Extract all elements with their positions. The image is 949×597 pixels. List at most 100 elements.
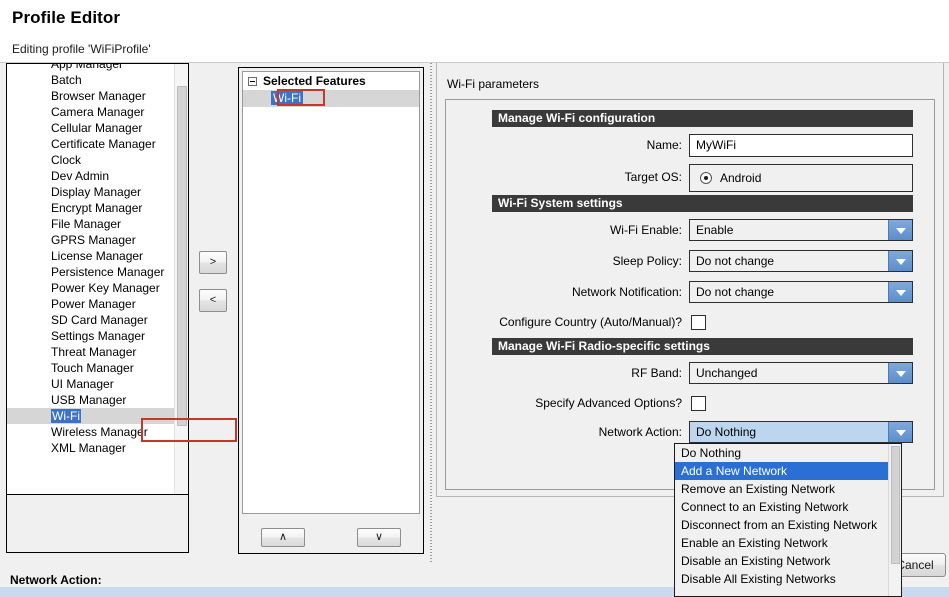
label-configure-country: Configure Country (Auto/Manual)? — [462, 311, 682, 333]
dropdown-scroll-thumb[interactable] — [891, 446, 900, 564]
target-os-value: Android — [720, 171, 761, 185]
network-notification-combo[interactable]: Do not change — [689, 281, 913, 303]
feature-list-item[interactable]: Cellular Manager — [7, 120, 174, 136]
sleep-policy-combo[interactable]: Do not change — [689, 250, 913, 272]
feature-list-item[interactable]: Clock — [7, 152, 174, 168]
dropdown-option[interactable]: Remove an Existing Network — [675, 480, 888, 498]
network-notification-value: Do not change — [696, 285, 774, 299]
wifi-enable-combo[interactable]: Enable — [689, 219, 913, 241]
name-input[interactable]: MyWiFi — [689, 134, 913, 157]
feature-list-item-label: Clock — [51, 153, 81, 167]
feature-list-item[interactable]: Certificate Manager — [7, 136, 174, 152]
tree-node-wifi[interactable]: Wi-Fi — [243, 90, 419, 107]
feature-list-item-label: Dev Admin — [51, 169, 109, 183]
advanced-options-checkbox[interactable] — [691, 396, 706, 411]
feature-list-item[interactable]: XML Manager — [7, 440, 174, 456]
feature-list-item-label: Display Manager — [51, 185, 141, 199]
feature-list-item-label: Power Manager — [51, 297, 136, 311]
window-header: Profile Editor Editing profile 'WiFiProf… — [0, 0, 949, 63]
network-action-dropdown[interactable]: Do NothingAdd a New NetworkRemove an Exi… — [674, 443, 902, 597]
feature-list-item[interactable]: Wireless Manager — [7, 424, 174, 440]
dropdown-scrollbar[interactable] — [888, 444, 901, 596]
rf-band-value: Unchanged — [696, 366, 757, 380]
feature-list-item[interactable]: Dev Admin — [7, 168, 174, 184]
rf-band-combo[interactable]: Unchanged — [689, 362, 913, 384]
feature-list-item[interactable]: Power Key Manager — [7, 280, 174, 296]
feature-list-item[interactable]: SD Card Manager — [7, 312, 174, 328]
feature-list-item-label: Power Key Manager — [51, 281, 160, 295]
section-header-system-settings: Wi-Fi System settings — [492, 195, 913, 212]
feature-list-item[interactable]: Touch Manager — [7, 360, 174, 376]
feature-list-item[interactable]: Power Manager — [7, 296, 174, 312]
chevron-down-icon[interactable] — [888, 422, 912, 442]
selected-features-tree[interactable]: Selected Features Wi-Fi — [242, 71, 420, 514]
chevron-down-icon[interactable] — [888, 251, 912, 271]
feature-list-item[interactable]: Batch — [7, 72, 174, 88]
feature-list-item[interactable]: USB Manager — [7, 392, 174, 408]
dropdown-option[interactable]: Disable All Existing Networks — [675, 570, 888, 588]
sleep-policy-value: Do not change — [696, 254, 774, 268]
feature-list-item-label: Batch — [51, 73, 82, 87]
target-os-radio-group[interactable]: Android — [689, 164, 913, 192]
dropdown-option[interactable]: Add a New Network — [675, 462, 888, 480]
chevron-down-icon[interactable] — [888, 282, 912, 302]
page-title: Profile Editor — [12, 8, 120, 28]
collapse-toggle-icon[interactable] — [248, 77, 257, 86]
parameters-title: Wi-Fi parameters — [447, 77, 539, 91]
feature-list-item-label: Wi-Fi — [51, 409, 81, 423]
wifi-enable-value: Enable — [696, 223, 733, 237]
feature-list-item-label: Touch Manager — [51, 361, 134, 375]
dropdown-option[interactable]: Disable an Existing Network — [675, 552, 888, 570]
available-features-scrollbar[interactable] — [174, 64, 188, 494]
feature-list-item[interactable]: App Manager — [7, 63, 174, 72]
move-up-button[interactable]: ∧ — [261, 528, 305, 547]
network-action-option-list[interactable]: Do NothingAdd a New NetworkRemove an Exi… — [675, 444, 888, 596]
feature-list-item-label: License Manager — [51, 249, 143, 263]
feature-list-item[interactable]: Persistence Manager — [7, 264, 174, 280]
feature-list-item-label: GPRS Manager — [51, 233, 136, 247]
available-features-scroll-thumb[interactable] — [177, 86, 187, 426]
chevron-down-icon[interactable] — [888, 220, 912, 240]
feature-list-item-label: SD Card Manager — [51, 313, 148, 327]
feature-list-item-label: Encrypt Manager — [51, 201, 142, 215]
configure-country-checkbox[interactable] — [691, 315, 706, 330]
available-features-panel: App ManagerBatchBrowser ManagerCamera Ma… — [6, 63, 189, 495]
label-network-notification: Network Notification: — [492, 281, 682, 303]
available-features-list[interactable]: App ManagerBatchBrowser ManagerCamera Ma… — [7, 63, 174, 494]
chevron-down-icon[interactable] — [888, 363, 912, 383]
feature-list-item[interactable]: File Manager — [7, 216, 174, 232]
feature-list-item[interactable]: Settings Manager — [7, 328, 174, 344]
remove-feature-button[interactable]: < — [199, 289, 227, 312]
selected-features-title: Selected Features — [263, 72, 366, 90]
dropdown-option[interactable]: Disconnect from an Existing Network — [675, 516, 888, 534]
feature-list-item[interactable]: Display Manager — [7, 184, 174, 200]
parameters-form: Manage Wi-Fi configuration Name: MyWiFi … — [445, 99, 935, 490]
move-down-button[interactable]: ∨ — [357, 528, 401, 547]
feature-list-item[interactable]: UI Manager — [7, 376, 174, 392]
feature-list-item[interactable]: Encrypt Manager — [7, 200, 174, 216]
profile-editor-window: Profile Editor Editing profile 'WiFiProf… — [0, 0, 949, 597]
add-feature-button[interactable]: > — [199, 251, 227, 274]
feature-list-item[interactable]: Threat Manager — [7, 344, 174, 360]
radio-android-icon[interactable] — [700, 172, 712, 184]
feature-list-item-label: USB Manager — [51, 393, 126, 407]
label-target-os: Target OS: — [492, 166, 682, 188]
dropdown-option[interactable]: Enable an Existing Network — [675, 534, 888, 552]
feature-list-item-label: Settings Manager — [51, 329, 145, 343]
feature-list-item[interactable]: GPRS Manager — [7, 232, 174, 248]
network-action-combo[interactable]: Do Nothing — [689, 421, 913, 443]
feature-list-item[interactable]: License Manager — [7, 248, 174, 264]
page-subtitle: Editing profile 'WiFiProfile' — [12, 42, 151, 56]
dropdown-option[interactable]: Connect to an Existing Network — [675, 498, 888, 516]
feature-list-item[interactable]: Wi-Fi — [7, 408, 174, 424]
feature-list-item[interactable]: Camera Manager — [7, 104, 174, 120]
selected-features-tree-header: Selected Features — [243, 72, 419, 90]
feature-list-item[interactable]: Browser Manager — [7, 88, 174, 104]
label-network-action: Network Action: — [492, 421, 682, 443]
panel-splitter[interactable] — [427, 63, 435, 563]
label-rf-band: RF Band: — [492, 362, 682, 384]
label-name: Name: — [492, 134, 682, 156]
description-title: Network Action: — [10, 573, 102, 587]
dropdown-option[interactable]: Do Nothing — [675, 444, 888, 462]
section-header-manage-config: Manage Wi-Fi configuration — [492, 110, 913, 127]
